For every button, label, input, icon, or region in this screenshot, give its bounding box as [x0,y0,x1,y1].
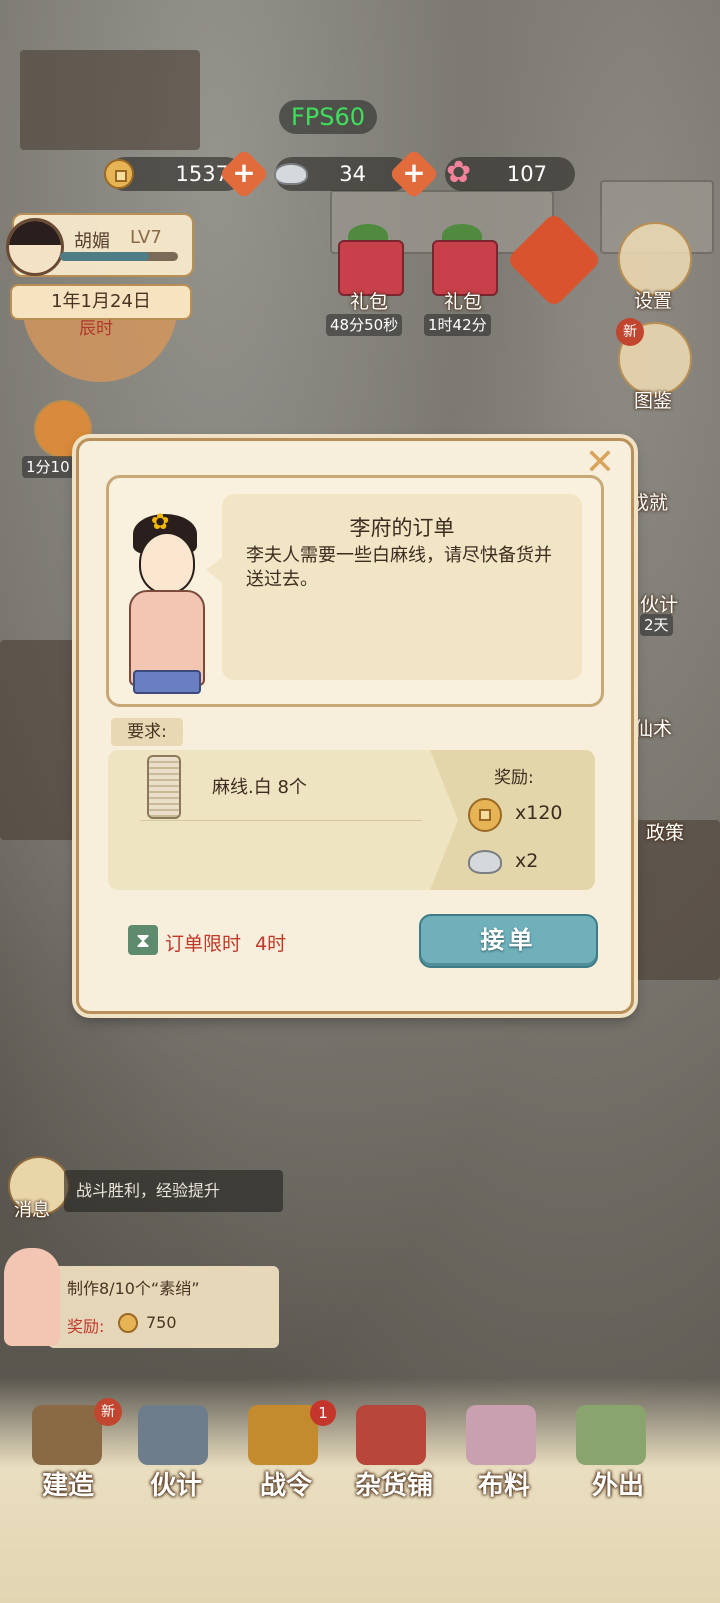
nav-outing[interactable]: 外出 [568,1465,668,1502]
reward-silver-value: x2 [515,850,539,872]
message-label: 消息 [14,1200,50,1221]
silver-value: 34 [339,162,366,186]
accept-order-button[interactable]: 接单 [419,914,598,968]
player-name: 胡媚 [74,231,110,252]
time-of-day: 辰时 [79,319,113,339]
plus-icon: + [402,156,426,189]
hourglass-icon: ⧗ [128,925,158,955]
gift-pack-2-label: 礼包 [444,291,483,313]
player-level: LV7 [130,227,162,248]
plus-icon: + [232,156,256,189]
staff-timer: 2天 [640,614,673,636]
nav-build[interactable]: 建造 [18,1465,118,1502]
copper-coin-icon [104,159,134,189]
task-progress: 制作8/10个“素绡” [67,1279,200,1298]
staff-side-label: 伙计 [640,594,679,616]
order-title: 李府的订单 [349,516,455,540]
reward-copper-icon [468,798,502,832]
limit-label: 订单限时 [165,933,242,955]
task-reward-value: 750 [146,1313,177,1332]
gift-pack-1-label: 礼包 [350,291,389,313]
item-divider [140,820,422,821]
cloth-book-icon[interactable] [466,1405,536,1465]
build-icon[interactable] [32,1405,102,1465]
left-event-timer: 1分10 [22,456,74,478]
limit-value: 4时 [255,933,287,955]
task-reward-coin-icon [118,1313,138,1333]
battle-pass-icon[interactable] [248,1405,318,1465]
flower-icon: ✿ [446,155,472,190]
flower-value: 107 [506,162,547,186]
message-ticker[interactable]: 战斗胜利，经验提升 [64,1170,283,1212]
order-description: 李夫人需要一些白麻线，请尽快备货并送过去。 [246,545,552,590]
player-avatar[interactable] [6,218,64,276]
requirement-label: 要求: [111,718,183,746]
catalog-label: 图鉴 [634,390,673,412]
staff-icon[interactable] [138,1405,208,1465]
gift-pack-1-timer: 48分50秒 [326,314,403,336]
nav-cloth[interactable]: 布料 [454,1465,554,1502]
xp-bar-fill [60,252,149,261]
achievement-label: 成就 [630,492,669,514]
outing-mountain-icon[interactable] [576,1405,646,1465]
settings-button[interactable] [618,222,692,296]
nav-store[interactable]: 杂货铺 [344,1465,444,1502]
magic-label: 仙术 [634,718,673,740]
task-character-portrait [4,1248,60,1346]
settings-label: 设置 [634,290,673,312]
reward-label: 奖励: [494,768,534,788]
reward-silver-icon [468,850,502,874]
thread-spool-icon [147,755,181,819]
add-copper-button[interactable]: + [218,148,270,200]
catalog-new-badge: 新 [616,318,644,346]
client-portrait: ✿ [125,510,205,694]
battle-pass-badge: 1 [310,1400,336,1426]
add-silver-button[interactable]: + [388,148,440,200]
build-new-badge: 新 [94,1398,122,1426]
fps-counter: FPS60 [279,100,377,134]
order-time-limit: 订单限时 4时 [165,929,286,956]
required-item: 麻线.白 8个 [212,777,307,798]
nav-staff[interactable]: 伙计 [126,1465,226,1502]
silver-ingot-icon [274,163,308,185]
general-store-icon[interactable] [356,1405,426,1465]
gift-pack-2-timer: 1时42分 [424,314,491,336]
task-reward-label: 奖励: [67,1317,105,1336]
reward-copper-value: x120 [515,802,563,824]
nav-battle-pass[interactable]: 战令 [236,1465,336,1502]
policy-label: 政策 [646,822,685,844]
